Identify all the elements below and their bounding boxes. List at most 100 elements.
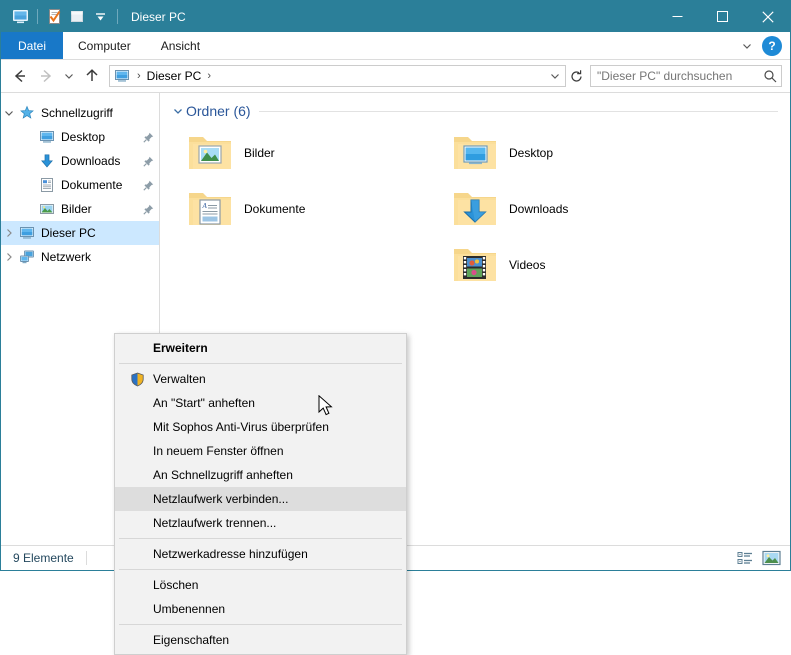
tab-computer[interactable]: Computer: [63, 32, 146, 59]
chevron-right-icon[interactable]: [1, 252, 17, 262]
folder-tile-dokumente[interactable]: A Dokumente: [180, 181, 445, 237]
up-button[interactable]: [79, 63, 105, 89]
minimize-button[interactable]: [655, 1, 700, 32]
sidebar-label: Netzwerk: [41, 250, 92, 264]
folder-label: Bilder: [244, 146, 275, 160]
details-view-icon[interactable]: [732, 547, 758, 569]
menu-item-label: Mit Sophos Anti-Virus überprüfen: [153, 420, 329, 434]
properties-icon[interactable]: [43, 6, 65, 28]
sidebar-label: Dieser PC: [41, 226, 96, 240]
address-dropdown-icon[interactable]: [544, 66, 565, 86]
menu-item-netzlaufwerk-trennen[interactable]: Netzlaufwerk trennen...: [115, 511, 406, 535]
group-header-ordner[interactable]: Ordner (6): [160, 93, 790, 119]
toolbar-separator-2: [117, 9, 118, 24]
maximize-button[interactable]: [700, 1, 745, 32]
menu-item-label: Löschen: [153, 578, 199, 592]
breadcrumb-separator-0[interactable]: ›: [133, 70, 145, 82]
menu-item-netzwerkadresse-hinzufuegen[interactable]: Netzwerkadresse hinzufügen: [115, 542, 406, 566]
explorer-window: Dieser PC Datei Computer Ansicht ? › Die…: [0, 0, 791, 655]
menu-item-verwalten[interactable]: Verwalten: [115, 367, 406, 391]
back-button[interactable]: [7, 63, 33, 89]
view-buttons: [732, 547, 784, 569]
context-menu[interactable]: Erweitern Verwalten An "Start" anheften: [114, 333, 407, 655]
chevron-down-icon[interactable]: [170, 105, 186, 117]
chevron-right-icon[interactable]: [1, 228, 17, 238]
title-bar: Dieser PC: [1, 1, 790, 32]
menu-item-label: Eigenschaften: [153, 633, 230, 647]
menu-item-umbenennen[interactable]: Umbenennen: [115, 597, 406, 621]
documents-icon: [37, 177, 57, 193]
breadcrumb-separator-1[interactable]: ›: [203, 70, 215, 82]
tile-spacer: [180, 237, 445, 293]
menu-item-label: Erweitern: [153, 341, 208, 355]
sidebar-item-downloads[interactable]: Downloads: [1, 149, 159, 173]
status-divider: [85, 551, 87, 565]
menu-item-label: Umbenennen: [153, 602, 226, 616]
tab-datei[interactable]: Datei: [1, 32, 64, 59]
refresh-icon[interactable]: [566, 66, 587, 86]
sidebar-item-schnellzugriff[interactable]: Schnellzugriff: [1, 101, 159, 125]
breadcrumb-dieser-pc[interactable]: Dieser PC: [145, 69, 204, 83]
search-icon[interactable]: [759, 69, 781, 83]
large-icons-view-icon[interactable]: [758, 547, 784, 569]
menu-item-eigenschaften[interactable]: Eigenschaften: [115, 628, 406, 652]
menu-item-label: Verwalten: [153, 372, 206, 386]
close-button[interactable]: [745, 1, 790, 32]
shield-icon: [127, 372, 147, 387]
help-icon[interactable]: ?: [762, 35, 782, 56]
recent-locations-button[interactable]: [59, 63, 79, 89]
menu-item-in-neuem-fenster-oeffnen[interactable]: In neuem Fenster öffnen: [115, 439, 406, 463]
pictures-icon: [37, 201, 57, 217]
pin-icon[interactable]: [141, 204, 155, 215]
window-title: Dieser PC: [131, 9, 186, 24]
search-box[interactable]: [590, 65, 782, 87]
pin-icon[interactable]: [141, 132, 155, 143]
folder-desktop-icon: [451, 129, 499, 177]
tab-ansicht[interactable]: Ansicht: [146, 32, 215, 59]
sidebar-item-desktop[interactable]: Desktop: [1, 125, 159, 149]
menu-separator: [119, 624, 402, 625]
menu-item-loeschen[interactable]: Löschen: [115, 573, 406, 597]
folder-downloads-icon: [451, 185, 499, 233]
menu-separator: [119, 569, 402, 570]
ribbon-tabs: Datei Computer Ansicht ?: [1, 32, 790, 60]
customize-dropdown-icon[interactable]: [89, 6, 111, 28]
folder-tile-downloads[interactable]: Downloads: [445, 181, 710, 237]
folder-documents-icon: A: [186, 185, 234, 233]
menu-separator: [119, 363, 402, 364]
sidebar-item-bilder[interactable]: Bilder: [1, 197, 159, 221]
sidebar-label: Downloads: [61, 154, 121, 168]
chevron-down-icon[interactable]: [1, 108, 17, 118]
menu-item-an-start-anheften[interactable]: An "Start" anheften: [115, 391, 406, 415]
pin-icon[interactable]: [141, 180, 155, 191]
pin-icon[interactable]: [141, 156, 155, 167]
search-input[interactable]: [591, 68, 759, 84]
sidebar-item-dieser-pc[interactable]: Dieser PC: [1, 221, 159, 245]
folder-tile-videos[interactable]: Videos: [445, 237, 710, 293]
menu-item-sophos-scan[interactable]: Mit Sophos Anti-Virus überprüfen: [115, 415, 406, 439]
folder-tile-desktop[interactable]: Desktop: [445, 125, 710, 181]
sidebar-label: Dokumente: [61, 178, 123, 192]
menu-item-label: Netzlaufwerk verbinden...: [153, 492, 289, 506]
toolbar-separator: [37, 9, 38, 24]
chevron-down-icon[interactable]: [735, 34, 759, 58]
menu-item-label: Netzlaufwerk trennen...: [153, 516, 277, 530]
menu-item-netzlaufwerk-verbinden[interactable]: Netzlaufwerk verbinden...: [115, 487, 406, 511]
sidebar-item-dokumente[interactable]: Dokumente: [1, 173, 159, 197]
folder-videos-icon: [451, 241, 499, 289]
monitor-icon[interactable]: [9, 6, 31, 28]
ribbon-right-controls: ?: [735, 32, 790, 59]
sidebar-label: Bilder: [61, 202, 92, 216]
folder-pictures-icon: [186, 129, 234, 177]
folder-tile-bilder[interactable]: Bilder: [180, 125, 445, 181]
address-bar[interactable]: › Dieser PC ›: [109, 65, 566, 87]
sidebar-item-netzwerk[interactable]: Netzwerk: [1, 245, 159, 269]
menu-item-erweitern[interactable]: Erweitern: [115, 336, 406, 360]
desktop-icon: [37, 129, 57, 145]
new-folder-icon[interactable]: [66, 6, 88, 28]
forward-button[interactable]: [33, 63, 59, 89]
menu-item-an-schnellzugriff-anheften[interactable]: An Schnellzugriff anheften: [115, 463, 406, 487]
folder-label: Downloads: [509, 202, 569, 216]
menu-item-label: Netzwerkadresse hinzufügen: [153, 547, 308, 561]
window-controls: [655, 1, 790, 32]
